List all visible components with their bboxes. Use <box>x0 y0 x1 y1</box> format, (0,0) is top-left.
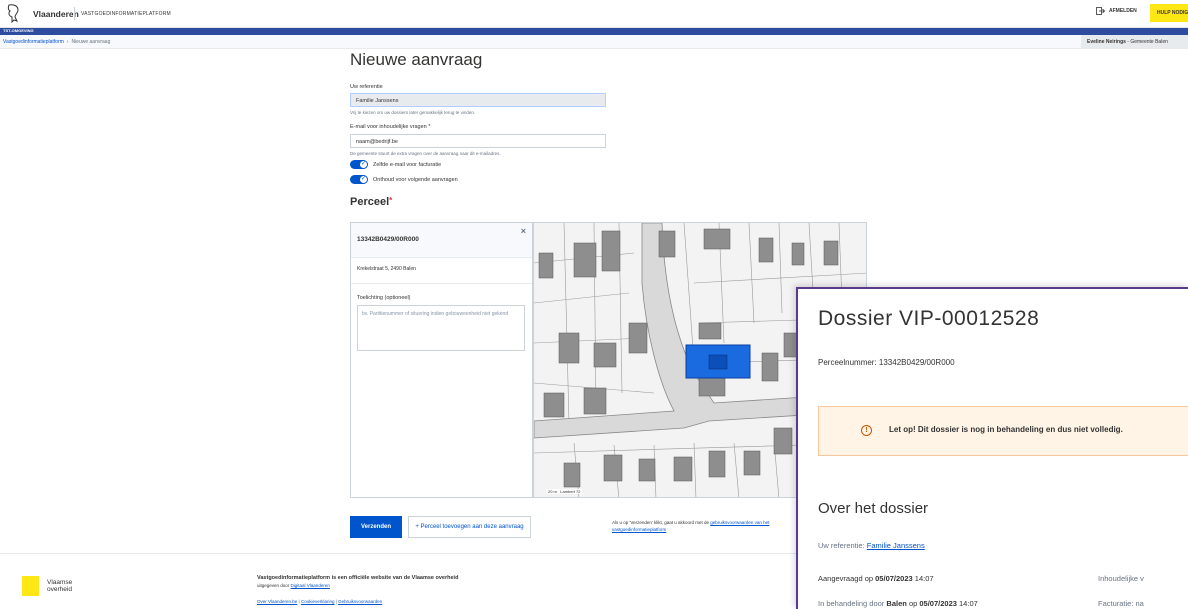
check-icon: ✓ <box>360 176 366 182</box>
requested-date: 05/07/2023 <box>875 574 913 583</box>
warning-alert: ! Let op! Dit dossier is nog in behandel… <box>818 406 1188 456</box>
flemish-lion-icon <box>7 4 19 23</box>
dossier-section-title: Over het dossier <box>818 500 929 517</box>
processing-by: Balen <box>886 599 907 608</box>
footer-link-about[interactable]: Over Vlaanderen.be <box>257 599 297 604</box>
breadcrumb: Vastgoedinformatieplatform › Nieuwe aanvra… <box>3 39 110 45</box>
reference-input[interactable]: Familie Janssens <box>350 93 606 107</box>
requested-time: 14:07 <box>914 574 934 583</box>
toggle-switch[interactable]: ✓ <box>350 160 368 169</box>
parcel-card-header: 13342B0429/00R000 × <box>351 223 532 258</box>
page-title: Nieuwe aanvraag <box>350 50 483 69</box>
footer-publisher: uitgegeven door Digitaal Vlaanderen <box>257 583 330 588</box>
warning-text: Let op! Dit dossier is nog in behandelin… <box>889 425 1123 434</box>
reference-label: Uw referentie <box>350 84 383 90</box>
environment-bar: TST-OMGEVING <box>0 28 1188 35</box>
processing-date: 05/07/2023 <box>919 599 957 608</box>
brand-link[interactable]: Vlaanderen <box>33 9 79 19</box>
toggle-label: Zelfde e-mail voor facturatie <box>373 161 442 168</box>
content-contact-label: Inhoudelijke v <box>1098 574 1144 583</box>
processing-prefix: In behandeling door <box>818 599 885 608</box>
requested-row: Aangevraagd op 05/07/2023 14:07 <box>818 574 934 583</box>
user-org: - Gemeente Balen <box>1127 39 1168 45</box>
breadcrumb-root-link[interactable]: Vastgoedinformatieplatform <box>3 39 64 45</box>
email-hint: De gemeente stuurt de extra vragen over … <box>350 151 501 156</box>
breadcrumb-row: Vastgoedinformatieplatform › Nieuwe aanvra… <box>0 35 1188 49</box>
parcel-address: Krekelstraat 5, 2490 Balen <box>351 258 532 284</box>
dossier-panel: Dossier VIP-00012528 Perceelnummer: 1334… <box>796 287 1188 609</box>
reference-hint: Vrij te kiezen om uw dossiers later gema… <box>350 110 476 115</box>
toggle-switch[interactable]: ✓ <box>350 175 368 184</box>
note-label: Toelichting (optioneel) <box>357 295 411 301</box>
logo-text: Vlaamse overheid <box>47 579 72 593</box>
top-bar: Vlaanderen VASTGOEDINFORMATIEPLATFORM AF… <box>0 0 1188 28</box>
billing-email-toggle[interactable]: ✓ Zelfde e-mail voor facturatie <box>350 160 441 169</box>
warning-icon: ! <box>861 425 872 436</box>
logo-line-1: Vlaamse <box>47 579 73 586</box>
projection-label: Lambert 72 <box>560 489 581 494</box>
logout-label: AFMELDEN <box>1109 8 1137 14</box>
environment-label: TST-OMGEVING <box>3 28 34 33</box>
billing-label: Facturatie: na <box>1098 599 1144 608</box>
check-icon: ✓ <box>360 161 366 167</box>
user-profile[interactable]: Eveline Neirings - Gemeente Balen <box>1081 35 1188 49</box>
note-textarea[interactable] <box>357 305 525 351</box>
logout-icon <box>1096 7 1105 15</box>
user-name: Eveline Neirings <box>1087 39 1126 45</box>
add-parcel-button[interactable]: + Perceel toevoegen aan deze aanvraag <box>408 516 531 538</box>
close-icon[interactable]: × <box>521 226 526 236</box>
parcel-card: 13342B0429/00R000 × Krekelstraat 5, 2490… <box>350 222 533 498</box>
map-scale: 20 m Lambert 72 <box>546 489 583 494</box>
dossier-reference: Uw referentie: Familie Janssens <box>818 541 925 550</box>
reference-prefix: Uw referentie: <box>818 541 865 550</box>
requested-prefix: Aangevraagd op <box>818 574 874 583</box>
scale-label: 20 m <box>548 489 557 494</box>
reference-link[interactable]: Familie Janssens <box>867 541 925 550</box>
footer-link-cookies[interactable]: Cookieverklaring <box>301 599 335 604</box>
publisher-prefix: uitgegeven door <box>257 583 290 588</box>
chevron-right-icon: › <box>66 39 69 45</box>
parcel-heading-text: Perceel <box>350 196 390 208</box>
parcel-number: 13342B0429/00R000 <box>357 236 419 243</box>
dossier-parcel-number: Perceelnummer: 13342B0429/00R000 <box>818 358 955 367</box>
processing-on: op <box>908 599 918 608</box>
footer-links: Over Vlaanderen.be | Cookieverklaring | … <box>257 599 383 604</box>
breadcrumb-current: Nieuwe aanvraag <box>71 39 111 45</box>
divider <box>74 7 75 20</box>
parcel-heading: Perceel* <box>350 196 392 208</box>
terms-text: Als u op 'Verzenden' klikt, gaat u akkoo… <box>612 520 710 525</box>
logo-line-2: overheid <box>47 586 72 594</box>
email-field[interactable]: naam@bedrijf.be <box>350 134 606 148</box>
footer-link-terms[interactable]: Gebruiksvoorwaarden <box>338 599 382 604</box>
remember-toggle[interactable]: ✓ Onthoud voor volgende aanvragen <box>350 175 458 184</box>
logout-button[interactable]: AFMELDEN <box>1096 7 1137 15</box>
processing-time: 14:07 <box>959 599 978 608</box>
processing-row: In behandeling door Balen op 05/07/2023 … <box>818 599 978 608</box>
toggle-label: Onthoud voor volgende aanvragen <box>373 176 458 183</box>
footer-title: Vastgoedinformatieplatform is een offici… <box>257 575 459 581</box>
help-button[interactable]: HULP NODIG <box>1150 4 1188 22</box>
dossier-title: Dossier VIP-00012528 <box>818 307 1040 330</box>
terms-notice: Als u op 'Verzenden' klikt, gaat u akkoo… <box>612 519 802 533</box>
submit-button[interactable]: Verzenden <box>350 516 402 538</box>
publisher-link[interactable]: Digitaal Vlaanderen <box>291 583 330 588</box>
platform-name[interactable]: VASTGOEDINFORMATIEPLATFORM <box>81 11 171 17</box>
required-mark: * <box>389 196 393 205</box>
vlaamse-overheid-logo[interactable] <box>22 576 39 596</box>
email-label: E-mail voor inhoudelijke vragen * <box>350 124 431 130</box>
